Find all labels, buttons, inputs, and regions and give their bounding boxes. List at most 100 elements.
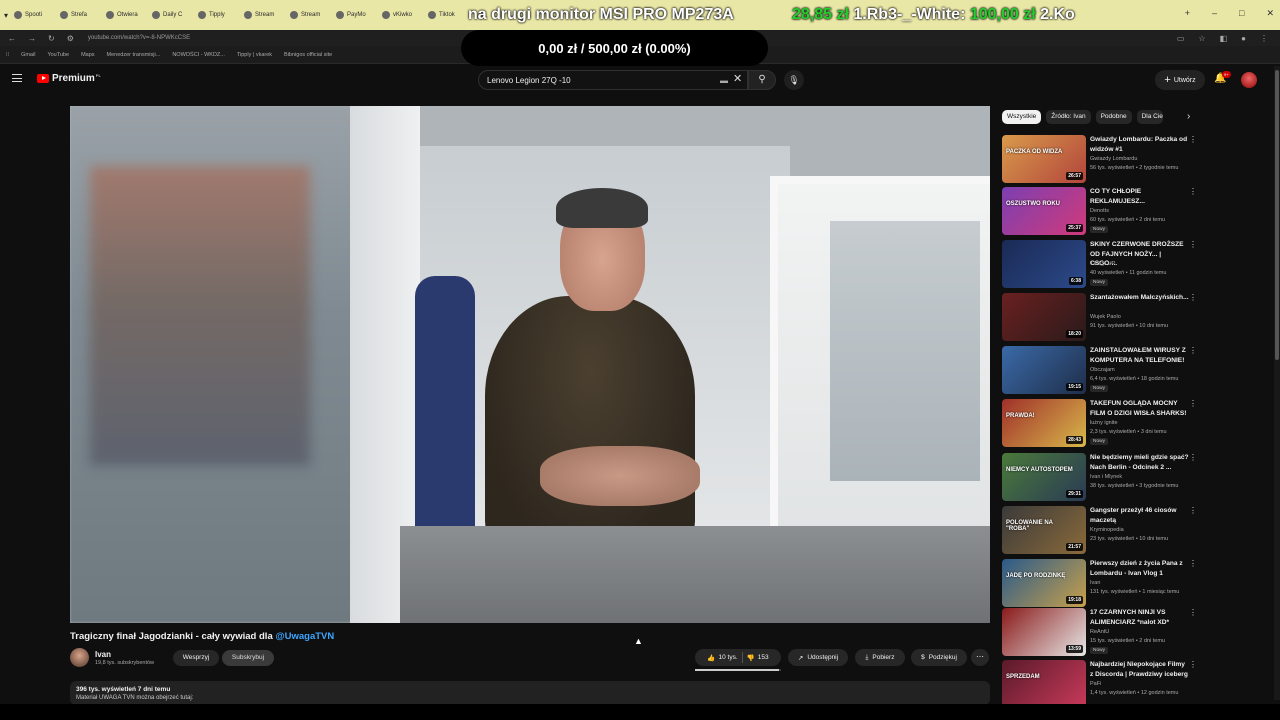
video-thumbnail[interactable]: SPRZEDAM	[1002, 660, 1086, 708]
video-thumbnail[interactable]: 18:20	[1002, 293, 1086, 341]
recommendation-title[interactable]: Nie będziemy mieli gdzie spać? Nach Berl…	[1090, 453, 1190, 472]
create-button[interactable]: + Utwórz	[1155, 70, 1205, 90]
site-info-icon[interactable]: ⚙	[67, 34, 74, 43]
chip-source[interactable]: Źródło: Ivan	[1046, 110, 1091, 124]
bookmark[interactable]: Maps	[81, 52, 94, 58]
kebab-menu-icon[interactable]: ⋮	[1189, 399, 1197, 408]
search-button[interactable]: ⚲	[748, 70, 776, 90]
kebab-menu-icon[interactable]: ⋮	[1189, 559, 1197, 568]
video-thumbnail[interactable]: 6:38	[1002, 240, 1086, 288]
youtube-logo[interactable]: Premium PL	[37, 73, 101, 84]
dislike-button[interactable]: 👎 153	[747, 654, 769, 662]
recommendation-channel[interactable]: Gwiazdy Lombardu	[1090, 156, 1137, 162]
recommendation-title[interactable]: Gwiazdy Lombardu: Paczka od widzów #1	[1090, 135, 1190, 154]
recommendation-channel[interactable]: T&S_CUP	[1090, 261, 1115, 267]
title-mention-link[interactable]: @UwagaTVN	[275, 631, 334, 642]
channel-avatar[interactable]	[70, 648, 89, 667]
page-scrollbar[interactable]	[1274, 66, 1280, 700]
recommendation-item[interactable]: PRAWDA! 28:43 TAKEFUN OGLĄDA MOCNY FILM O …	[1002, 399, 1197, 449]
browser-tab[interactable]: Daily C	[152, 11, 192, 19]
recommendation-channel[interactable]: Ivan i Mlynek	[1090, 474, 1122, 480]
account-avatar[interactable]	[1241, 72, 1257, 88]
recommendation-title[interactable]: Gangster przeżył 46 ciosów maczetą	[1090, 506, 1190, 525]
bookmark[interactable]: Menedzer transmisji...	[107, 52, 161, 58]
recommendation-item[interactable]: JADĘ PO RODZINKĘ 19:18 Pierwszy dzień z ży…	[1002, 559, 1197, 609]
recommendation-title[interactable]: 17 CZARNYCH NINJI VS ALIMENCIARZ *nalot …	[1090, 608, 1190, 627]
clear-search-icon[interactable]: ✕	[733, 72, 742, 85]
recommendation-channel[interactable]: Ivan	[1090, 580, 1100, 586]
recommendation-channel[interactable]: Obczajam	[1090, 367, 1115, 373]
tab-search-icon[interactable]: ▾	[4, 11, 8, 20]
thanks-button[interactable]: $ Podziękuj	[911, 649, 967, 666]
kebab-menu-icon[interactable]: ⋮	[1189, 346, 1197, 355]
browser-tab[interactable]: vKiwko	[382, 11, 422, 19]
bookmark-star-icon[interactable]: ☆	[1198, 34, 1205, 43]
recommendation-title[interactable]: CO TY CHŁOPIE REKLAMUJESZ...	[1090, 187, 1190, 206]
scrollbar-thumb[interactable]	[1275, 70, 1279, 360]
subscribe-button[interactable]: Subskrybuj	[222, 650, 274, 666]
bookmark[interactable]: Gmail	[21, 52, 35, 58]
video-thumbnail[interactable]: 13:59	[1002, 608, 1086, 656]
recommendation-item[interactable]: OSZUSTWO ROKU 25:37 CO TY CHŁOPIE REKLAMUJ…	[1002, 187, 1197, 237]
video-thumbnail[interactable]: POLOWANIE NA "ROBA" 21:57	[1002, 506, 1086, 554]
video-thumbnail[interactable]: JADĘ PO RODZINKĘ 19:18	[1002, 559, 1086, 607]
kebab-menu-icon[interactable]: ⋮	[1189, 506, 1197, 515]
browser-tab[interactable]: Tiktok	[428, 11, 468, 19]
profile-icon[interactable]: ●	[1241, 34, 1246, 43]
video-thumbnail[interactable]: OSZUSTWO ROKU 25:37	[1002, 187, 1086, 235]
recommendation-channel[interactable]: lużny ignite	[1090, 420, 1118, 426]
back-icon[interactable]: ←	[8, 34, 16, 43]
recommendation-item[interactable]: POLOWANIE NA "ROBA" 21:57 Gangster przeżył…	[1002, 506, 1197, 556]
browser-tab[interactable]: Spooti	[14, 11, 54, 19]
cast-icon[interactable]: ▭	[1177, 34, 1185, 43]
kebab-menu-icon[interactable]: ⋮	[1189, 660, 1197, 669]
chip-for-you[interactable]: Dla Ciebie	[1136, 110, 1163, 124]
recommendation-title[interactable]: Najbardziej Niepokojące Filmy z Discorda…	[1090, 660, 1190, 679]
channel-name[interactable]: Ivan	[95, 650, 111, 659]
extensions-icon[interactable]: ◧	[1220, 34, 1228, 43]
recommendation-item[interactable]: PACZKA OD WIDZA 26:57 Gwiazdy Lombardu: Pa…	[1002, 135, 1197, 185]
apps-grid-icon[interactable]: ⁞⁞	[6, 52, 9, 58]
url-field[interactable]: youtube.com/watch?v=-8-NPWKcCSE	[88, 35, 190, 41]
recommendation-title[interactable]: TAKEFUN OGLĄDA MOCNY FILM O DZIGI WISŁA …	[1090, 399, 1190, 418]
recommendation-item[interactable]: 18:20 Szantażowałem Malczyńskich... Wujek …	[1002, 293, 1197, 343]
recommendation-channel[interactable]: Denotts	[1090, 208, 1109, 214]
kebab-menu-icon[interactable]: ⋮	[1189, 293, 1197, 302]
voice-search-button[interactable]: 🎙	[784, 70, 804, 90]
new-tab-icon[interactable]: +	[1185, 8, 1190, 19]
bookmark[interactable]: Tipply | vkarek	[237, 52, 272, 58]
browser-tab[interactable]: Stream	[244, 11, 284, 19]
more-actions-icon[interactable]: ⋯	[971, 649, 989, 666]
like-button[interactable]: 👍 10 tys.	[707, 654, 737, 662]
recommendation-item[interactable]: NIEMCY AUTOSTOPEM 29:31 Nie będziemy mieli…	[1002, 453, 1197, 503]
browser-tab[interactable]: Otwiera	[106, 11, 146, 19]
minimize-icon[interactable]: –	[1212, 8, 1217, 19]
close-window-icon[interactable]: ✕	[1266, 8, 1274, 19]
forward-icon[interactable]: →	[28, 34, 36, 43]
bookmark[interactable]: Bibnigos official site	[284, 52, 332, 58]
kebab-menu-icon[interactable]: ⋮	[1189, 187, 1197, 196]
maximize-icon[interactable]: □	[1239, 8, 1244, 19]
recommendation-channel[interactable]: Kryminopedia	[1090, 527, 1124, 533]
browser-tab[interactable]: Stream	[290, 11, 330, 19]
keyboard-icon[interactable]: ▬	[720, 76, 728, 85]
share-button[interactable]: ↗ Udostępnij	[788, 649, 848, 666]
bookmark[interactable]: YouTube	[47, 52, 69, 58]
video-thumbnail[interactable]: 19:15	[1002, 346, 1086, 394]
support-button[interactable]: Wesprzyj	[173, 650, 219, 666]
kebab-menu-icon[interactable]: ⋮	[1189, 453, 1197, 462]
chip-related[interactable]: Podobne	[1095, 110, 1132, 124]
browser-menu-icon[interactable]: ⋮	[1260, 34, 1268, 43]
browser-tab[interactable]: Tipply	[198, 11, 238, 19]
recommendation-channel[interactable]: PaFi	[1090, 681, 1101, 687]
reload-icon[interactable]: ↻	[48, 34, 55, 43]
kebab-menu-icon[interactable]: ⋮	[1189, 135, 1197, 144]
hamburger-menu-icon[interactable]	[12, 74, 22, 82]
video-thumbnail[interactable]: NIEMCY AUTOSTOPEM 29:31	[1002, 453, 1086, 501]
browser-tab[interactable]: PayMo	[336, 11, 376, 19]
video-thumbnail[interactable]: PACZKA OD WIDZA 26:57	[1002, 135, 1086, 183]
description-box[interactable]: 396 tys. wyświetleń 7 dni temu Materiał …	[70, 681, 990, 705]
video-player[interactable]	[70, 106, 990, 623]
recommendation-title[interactable]: ZAINSTALOWAŁEM WIRUSY Z KOMPUTERA NA TEL…	[1090, 346, 1190, 365]
search-input[interactable]: Lenovo Legion 27Q -10	[478, 70, 748, 90]
